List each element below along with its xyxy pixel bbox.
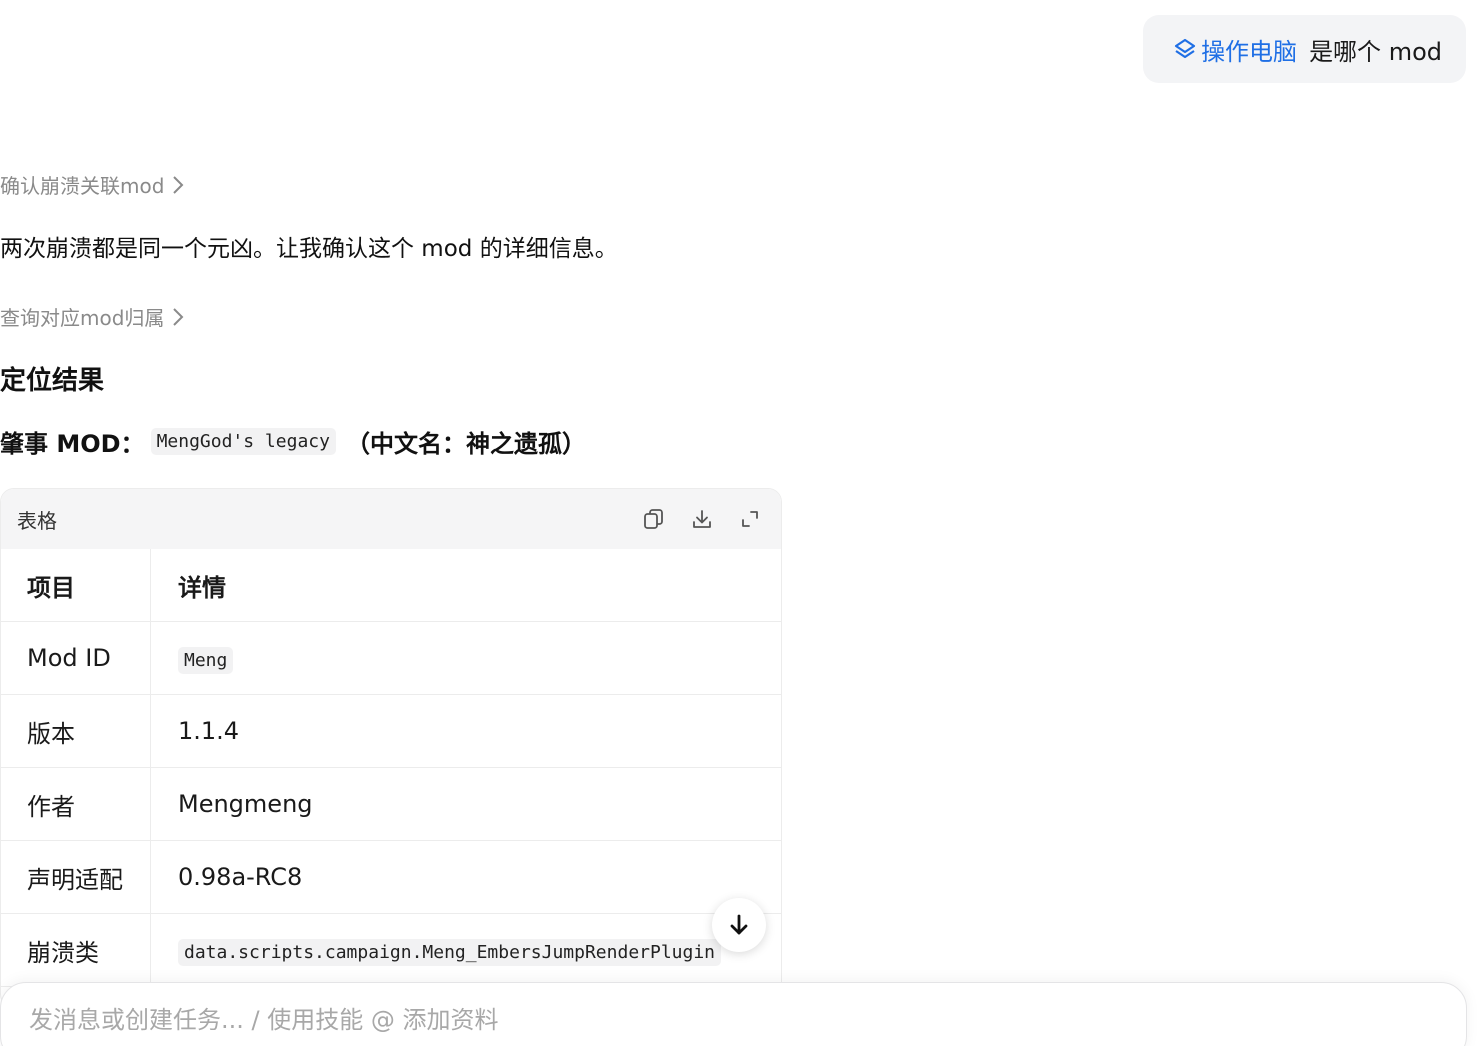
expand-button[interactable] — [737, 506, 763, 532]
table-row: 作者 Mengmeng — [1, 767, 781, 841]
download-icon — [693, 510, 711, 528]
row-value: Meng — [150, 621, 781, 695]
mod-info-table: 项目 详情 Mod ID Meng 版本 1.1.4 作者 Mengmeng 声… — [1, 549, 781, 987]
skill-tag[interactable]: 操作电脑 — [1173, 32, 1297, 67]
culprit-prefix: 肇事 MOD： — [0, 430, 145, 458]
row-key: 崩溃类 — [1, 913, 151, 987]
table-card: 表格 项目 详情 Mod ID Meng 版本 1.1.4 作者 Mengmen… — [0, 488, 782, 1008]
row-key: 版本 — [1, 694, 151, 768]
row-value: 1.1.4 — [150, 694, 781, 768]
chat-input[interactable] — [27, 1005, 1331, 1035]
row-key: 声明适配 — [1, 840, 151, 914]
row-value-code: Meng — [178, 647, 234, 674]
table-tools — [641, 506, 763, 532]
culprit-line: 肇事 MOD： MengGod's legacy （中文名：神之遗孤） — [0, 424, 586, 459]
user-message-bubble: 操作电脑 是哪个 mod — [1143, 15, 1466, 83]
table-header-row: 项目 详情 — [1, 549, 781, 622]
copy-icon — [644, 509, 663, 529]
result-heading: 定位结果 — [0, 366, 105, 396]
layers-icon — [1174, 38, 1196, 59]
step-query-mod-owner[interactable]: 查询对应mod归属 — [0, 302, 184, 331]
table-row: 崩溃类 data.scripts.campaign.Meng_EmbersJum… — [1, 913, 781, 987]
row-value: 0.98a-RC8 — [150, 840, 781, 914]
column-header-item: 项目 — [1, 549, 151, 622]
row-value: data.scripts.campaign.Meng_EmbersJumpRen… — [150, 913, 781, 987]
chat-input-container — [0, 982, 1467, 1046]
row-key: Mod ID — [1, 621, 151, 695]
table-row: Mod ID Meng — [1, 621, 781, 695]
culprit-mod-code: MengGod's legacy — [150, 428, 336, 455]
table-row: 版本 1.1.4 — [1, 694, 781, 768]
row-key: 作者 — [1, 767, 151, 841]
chevron-right-icon — [172, 175, 184, 195]
table-row: 声明适配 0.98a-RC8 — [1, 840, 781, 914]
copy-button[interactable] — [641, 506, 667, 532]
scroll-to-bottom-button[interactable] — [712, 898, 766, 952]
row-value: Mengmeng — [150, 767, 781, 841]
user-message-text: 是哪个 mod — [1309, 37, 1442, 66]
response-paragraph: 两次崩溃都是同一个元凶。让我确认这个 mod 的详细信息。 — [0, 236, 618, 262]
step-label: 查询对应mod归属 — [0, 306, 165, 330]
download-button[interactable] — [689, 506, 715, 532]
row-value-code: data.scripts.campaign.Meng_EmbersJumpRen… — [178, 939, 722, 966]
arrow-down-icon — [730, 914, 748, 935]
expand-icon — [742, 511, 758, 527]
culprit-cn-name: （中文名：神之遗孤） — [345, 430, 586, 458]
table-card-header: 表格 — [1, 489, 781, 549]
table-card-label: 表格 — [17, 508, 57, 533]
step-confirm-crash-mod[interactable]: 确认崩溃关联mod — [0, 170, 184, 199]
column-header-detail: 详情 — [150, 549, 781, 622]
step-label: 确认崩溃关联mod — [0, 174, 165, 198]
skill-label: 操作电脑 — [1201, 37, 1298, 66]
chevron-right-icon — [172, 307, 184, 327]
